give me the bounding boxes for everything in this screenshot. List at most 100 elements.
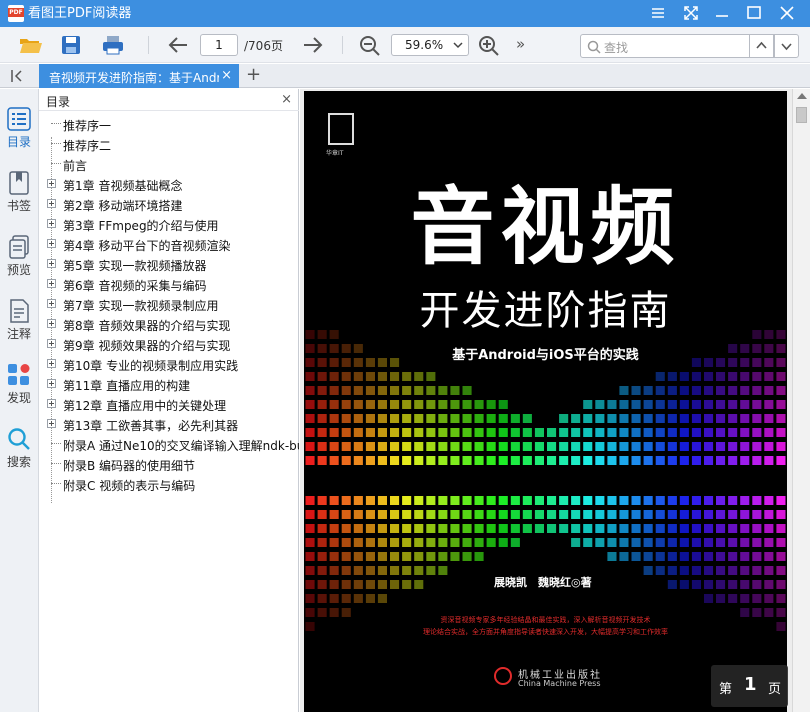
tab-document[interactable]: 音视频开发进阶指南：基于Android × (39, 64, 239, 88)
minimize-icon[interactable] (711, 4, 733, 22)
zoom-select[interactable]: 59.6% (391, 34, 469, 56)
expand-icon[interactable] (47, 339, 56, 348)
save-icon[interactable] (58, 33, 84, 57)
collapse-sidebar-icon[interactable] (10, 68, 26, 84)
close-icon[interactable]: × (281, 92, 292, 107)
menu-icon[interactable] (647, 4, 669, 22)
toc-item-label: 第5章 实现一款视频播放器 (63, 259, 207, 273)
toc-item[interactable]: 第1章 音视频基础概念 (39, 174, 299, 194)
toc-item[interactable]: 第4章 移动平台下的音视频渲染 (39, 234, 299, 254)
toc-panel: 目录 × 推荐序一推荐序二 前言 第1章 音视频基础概念 第2章 移动端环境搭建 第3章… (39, 89, 299, 712)
tab-title: 音视频开发进阶指南：基于Android (49, 71, 219, 85)
rail-item-bookmarks[interactable]: 书签 (0, 169, 38, 229)
toc-title: 目录 (46, 95, 71, 109)
title-bar: PDF 看图王PDF阅读器 (0, 0, 810, 27)
more-tools-button[interactable]: » (516, 35, 525, 53)
toc-item[interactable]: 前言 (39, 154, 299, 174)
toc-item[interactable]: 第8章 音频效果器的介绍与实现 (39, 314, 299, 334)
expand-icon[interactable] (47, 199, 56, 208)
tab-close-icon[interactable]: × (221, 69, 232, 82)
toc-item-label: 附录C 视频的表示与编码 (63, 479, 196, 493)
rail-label: 书签 (6, 199, 31, 213)
toc-item[interactable]: 第10章 专业的视频录制应用实践 (39, 354, 299, 374)
expand-icon[interactable] (47, 319, 56, 328)
expand-icon[interactable] (47, 419, 56, 428)
expand-icon[interactable] (47, 359, 56, 368)
toolbar: 1 /706页 59.6% » 查找 (0, 27, 810, 63)
expand-icon[interactable] (47, 379, 56, 388)
chevron-down-icon (453, 42, 463, 49)
expand-icon[interactable] (47, 299, 56, 308)
toc-item[interactable]: 推荐序一 (39, 114, 299, 134)
rail-item-preview[interactable]: 预览 (0, 233, 38, 293)
toc-icon (7, 107, 31, 131)
expand-icon[interactable] (47, 399, 56, 408)
rail-label: 注释 (6, 327, 31, 341)
toc-item[interactable]: 第7章 实现一款视频录制应用 (39, 294, 299, 314)
expand-icon[interactable] (47, 179, 56, 188)
toc-item[interactable]: 第6章 音视频的采集与编码 (39, 274, 299, 294)
toc-item[interactable]: 附录C 视频的表示与编码 (39, 474, 299, 494)
tree-connector (51, 143, 61, 144)
annotation-icon (10, 299, 29, 323)
new-tab-button[interactable]: + (246, 65, 261, 85)
toc-item[interactable]: 第13章 工欲善其事，必先利其器 (39, 414, 299, 434)
zoom-out-icon[interactable] (357, 33, 383, 57)
blurb-line: 资深音视频专家多年经验结晶和最佳实践，深入解析音视频开发技术 (440, 616, 651, 624)
rail-label: 搜索 (6, 455, 31, 469)
page-indicator-suffix: 页 (768, 682, 782, 697)
publisher-logo-icon (494, 667, 512, 685)
rail-item-annotations[interactable]: 注释 (0, 297, 38, 357)
maximize-icon[interactable] (743, 4, 765, 22)
toolbar-separator (342, 36, 343, 54)
toc-item[interactable]: 第3章 FFmpeg的介绍与使用 (39, 214, 299, 234)
rail-item-toc[interactable]: 目录 (0, 105, 38, 165)
search-icon (8, 428, 30, 450)
toc-item-label: 第8章 音频效果器的介绍与实现 (63, 319, 231, 333)
rail-item-discover[interactable]: 发现 (0, 361, 38, 421)
page-indicator-number: 1 (744, 674, 757, 695)
rail-label: 预览 (6, 263, 31, 277)
blurb-line: 理论结合实战，全方面并角度指导读者快速深入开发，大幅提高学习和工作效率 (423, 628, 668, 636)
toc-item-label: 第7章 实现一款视频录制应用 (63, 299, 219, 313)
toc-item[interactable]: 第12章 直播应用中的关键处理 (39, 394, 299, 414)
search-input[interactable]: 查找 (580, 34, 750, 58)
tree-connector (51, 463, 61, 464)
expand-icon[interactable] (47, 259, 56, 268)
prev-page-icon[interactable] (166, 33, 192, 57)
open-folder-icon[interactable] (17, 33, 43, 57)
toc-item[interactable]: 推荐序二 (39, 134, 299, 154)
close-window-icon[interactable] (776, 4, 798, 22)
toc-item[interactable]: 附录A 通过Ne10的交叉编译输入理解ndk-build (39, 434, 299, 454)
expand-icon[interactable] (47, 219, 56, 228)
toc-item[interactable]: 第2章 移动端环境搭建 (39, 194, 299, 214)
search-next-button[interactable] (774, 34, 799, 58)
cover-authors: 展晓凯 魏晓红◎著 (494, 576, 592, 589)
page-number-input[interactable]: 1 (200, 34, 238, 56)
tree-connector (51, 123, 61, 124)
imprint-logo-icon (328, 113, 354, 145)
zoom-in-icon[interactable] (476, 33, 502, 57)
scroll-thumb[interactable] (796, 107, 807, 123)
toolbar-separator (148, 36, 149, 54)
vertical-scrollbar[interactable] (792, 89, 810, 712)
toc-list: 推荐序一推荐序二 前言 第1章 音视频基础概念 第2章 移动端环境搭建 第3章 FFmp… (39, 112, 299, 507)
toc-item-label: 推荐序二 (63, 139, 112, 153)
toc-item-label: 第10章 专业的视频录制应用实践 (63, 359, 239, 373)
page-indicator: 第 1 页 (711, 665, 788, 707)
fullscreen-icon[interactable] (680, 4, 702, 22)
toc-item-label: 第9章 视频效果器的介绍与实现 (63, 339, 231, 353)
toc-item[interactable]: 第11章 直播应用的构建 (39, 374, 299, 394)
search-prev-button[interactable] (749, 34, 774, 58)
rail-item-search[interactable]: 搜索 (0, 425, 38, 485)
scroll-up-icon[interactable] (797, 93, 807, 99)
toc-item[interactable]: 第5章 实现一款视频播放器 (39, 254, 299, 274)
expand-icon[interactable] (47, 279, 56, 288)
expand-icon[interactable] (47, 239, 56, 248)
toc-item-label: 第12章 直播应用中的关键处理 (63, 399, 227, 413)
document-viewer[interactable]: 华章IT 音视频 开发进阶指南 基于Android与iOS平台的实践 展晓凯 魏… (300, 89, 810, 712)
toc-item[interactable]: 第9章 视频效果器的介绍与实现 (39, 334, 299, 354)
next-page-icon[interactable] (300, 33, 326, 57)
toc-item[interactable]: 附录B 编码器的使用细节 (39, 454, 299, 474)
print-icon[interactable] (100, 33, 126, 57)
